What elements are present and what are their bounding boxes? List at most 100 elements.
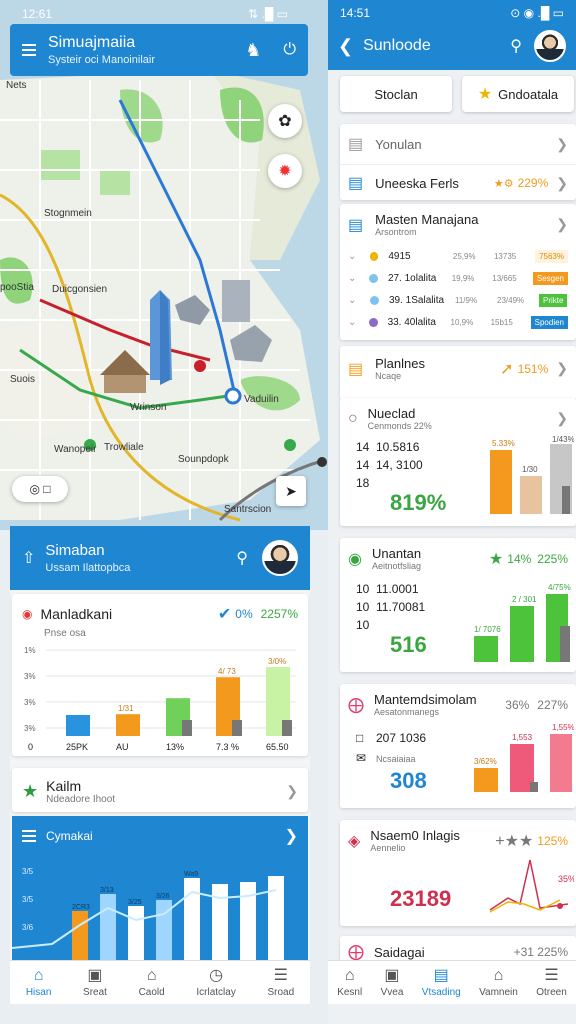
power-icon[interactable]: ⏻ bbox=[283, 41, 296, 59]
compass-icon[interactable]: ➤ bbox=[276, 476, 306, 506]
upload-icon[interactable]: ⇧ bbox=[22, 548, 35, 568]
chart-value: 2257% bbox=[260, 607, 298, 621]
bar-label: 5.33% bbox=[492, 439, 515, 448]
y-tick-label: 3/6 bbox=[22, 923, 34, 932]
right-app-title: Sunloode bbox=[363, 37, 431, 54]
nav-trading[interactable]: ▤ Vtsading bbox=[422, 967, 461, 998]
nsaemo-card[interactable]: ◈ Nsaem0 Inlagis Aennelio +★★ 125% 23189… bbox=[340, 820, 576, 926]
chevron-right-icon: ❯ bbox=[556, 135, 568, 152]
cell-b: 11/9% bbox=[455, 295, 478, 305]
nav-home[interactable]: ⌂ Hisan bbox=[26, 967, 52, 998]
plan-card[interactable]: ▤ Planlnes Ncaqe ➚ 151% ❯ bbox=[340, 346, 576, 400]
table-row[interactable]: ⌄ 33. 40lalita 10,9% 15b15 Spodien bbox=[340, 311, 576, 333]
table-row[interactable]: ⌄ 27. 1olalita 19,9% 13/665 Sesgen bbox=[340, 267, 576, 289]
nueclad-bars: 5.33% 1/30 1/43% bbox=[490, 435, 574, 514]
kailm-subtitle: Ndeadore Ihoot bbox=[46, 794, 116, 805]
table-row[interactable]: ⌄ 39. 1Salalita 11/9% 23/49% Prikte bbox=[340, 289, 576, 311]
clipboard-icon: ▤ bbox=[348, 360, 364, 378]
trend-icon: ➚ bbox=[500, 360, 514, 378]
status-icons: ⇅ .█ ▭ bbox=[248, 7, 288, 21]
right-bottom-nav: ⌂ Kesnl ▣ Vvea ▤ Vtsading ⌂ Vamnein ☰ Otreen bbox=[328, 960, 576, 1004]
status-time: 14:51 bbox=[340, 6, 371, 20]
nav-more[interactable]: ☰ Sroad bbox=[267, 967, 294, 998]
unantan-card[interactable]: ◉ Unantan Aeitnotfsliag ★ 14% 225% 10 11.… bbox=[340, 538, 576, 672]
mantem-card[interactable]: ⨁ Mantemdsimolam Aesatonmanegs 36% 227% … bbox=[340, 684, 576, 808]
y-tick-label: 3% bbox=[24, 724, 36, 733]
x-tick-label: 65.50 bbox=[266, 742, 289, 752]
map-view[interactable] bbox=[0, 0, 330, 530]
status-dot bbox=[369, 251, 379, 261]
cell-b: 25,9% bbox=[452, 251, 476, 261]
table-card[interactable]: ▤ Masten Manajana Arsontrom ❯ ⌄ 4915 25,9%… bbox=[340, 204, 576, 340]
avatar[interactable] bbox=[262, 540, 298, 576]
left-bottom-nav: ⌂ Hisan ▣ Sreat ⌂ Caold ◷ Icrlatclay ☰ Sroad bbox=[10, 960, 310, 1004]
nav-activity[interactable]: ◷ Icrlatclay bbox=[196, 967, 235, 998]
table-row[interactable]: ⌄ 4915 25,9% 13735 7563% bbox=[340, 245, 576, 267]
nav-search[interactable]: ▣ Sreat bbox=[83, 966, 107, 998]
back-arrow-icon[interactable]: ❮ bbox=[338, 36, 353, 57]
chart-title: Manladkani bbox=[40, 606, 113, 622]
avatar[interactable] bbox=[534, 30, 566, 62]
right-app: 14:51 ⊙ ◉ .█ ▭ ❮ Sunloode ⚲ Stoclan ★ Gnd… bbox=[328, 0, 576, 1024]
kailm-card[interactable]: ★ Kailm Ndeadore Ihoot ❯ bbox=[12, 768, 308, 812]
bar bbox=[128, 906, 144, 966]
search-icon[interactable]: ⚲ bbox=[510, 36, 522, 56]
bar bbox=[72, 911, 88, 966]
bar-label: Wa9 bbox=[184, 871, 198, 878]
map-label: Vaduilin bbox=[244, 394, 279, 405]
bar-stub bbox=[232, 720, 242, 736]
panel-header: ⇧ Simaban Ussam Ilattopbca ⚲ bbox=[10, 526, 310, 590]
circle-icon: ○ bbox=[348, 409, 358, 427]
map-canvas[interactable] bbox=[0, 0, 330, 530]
nav-home[interactable]: ⌂ Kesnl bbox=[337, 967, 362, 998]
menu-icon[interactable] bbox=[22, 830, 36, 842]
bar bbox=[268, 876, 284, 966]
chevron-down-icon: ⌄ bbox=[348, 272, 357, 284]
notification-icon[interactable]: ♞ bbox=[245, 40, 261, 61]
bar-label: 4/75% bbox=[548, 583, 571, 592]
chevron-right-icon[interactable]: ❯ bbox=[285, 826, 298, 846]
kailm-title: Kailm bbox=[46, 778, 82, 794]
star-icon: ★ bbox=[22, 781, 39, 801]
mantem-big-value: 308 bbox=[390, 768, 427, 793]
grid-icon: ▣ bbox=[87, 966, 103, 984]
chevron-down-icon: ⌄ bbox=[348, 294, 357, 306]
nav-vamnein[interactable]: ⌂ Vamnein bbox=[479, 967, 518, 998]
status-dot bbox=[369, 273, 378, 283]
bar-label: 2 / 301 bbox=[512, 595, 537, 604]
blue-chart-card[interactable]: Cymakai ❯ 3/5 3/5 3/6 2CR3 3/13 3/25 3/26 Wa9 bbox=[12, 816, 308, 966]
nav-view[interactable]: ▣ Vvea bbox=[381, 967, 404, 998]
map-label: Stognmein bbox=[44, 208, 92, 219]
list-item[interactable]: ▤ Uneeska Ferls ★⚙ 229% ❯ bbox=[340, 165, 576, 201]
chart-card[interactable]: ◉ Manladkani ✔ 0% 2257% Pnse osa 3% 3% 3% 1… bbox=[12, 594, 308, 756]
nsaemo-big-value: 23189 bbox=[390, 886, 452, 911]
chart-icon: ◈ bbox=[348, 832, 361, 850]
chevron-right-icon: ❯ bbox=[556, 410, 568, 426]
map-label: Wanopeir bbox=[54, 444, 97, 455]
locate-button[interactable]: ◎ □ bbox=[12, 476, 68, 502]
menu-icon[interactable] bbox=[22, 44, 36, 56]
search-icon[interactable]: ⚲ bbox=[236, 548, 248, 568]
plus-icon: ⨁ bbox=[348, 944, 364, 961]
bar bbox=[100, 894, 116, 966]
x-tick-label: 7.3 % bbox=[216, 742, 239, 752]
bar-label: 1,55% bbox=[552, 723, 574, 732]
bar-label: 3/62% bbox=[474, 757, 497, 766]
bar-label: 2CR3 bbox=[72, 904, 90, 911]
nueclad-card[interactable]: ○ Nueclad Cenmonds 22% ❯ 14 10.5816 14 14,… bbox=[340, 398, 576, 526]
app-subtitle: Systeir oci Manoinilair bbox=[48, 54, 155, 66]
left-app-bar: Simuajmaiia Systeir oci Manoinilair ♞ ⏻ bbox=[10, 24, 308, 76]
segment-gndoatala[interactable]: ★ Gndoatala bbox=[462, 76, 574, 112]
nav-more[interactable]: ☰ Otreen bbox=[536, 967, 567, 998]
bar bbox=[66, 715, 90, 736]
settings-icon[interactable]: ✹ bbox=[268, 154, 302, 188]
segment-stoclan[interactable]: Stoclan bbox=[340, 76, 452, 112]
list-item[interactable]: ▤ Yonulan ❯ bbox=[340, 124, 576, 165]
nav-cloud[interactable]: ⌂ Caold bbox=[139, 967, 165, 998]
chevron-right-icon[interactable]: ❯ bbox=[286, 783, 298, 800]
cell-a: 4915 bbox=[388, 250, 411, 262]
layers-icon[interactable]: ✿ bbox=[268, 104, 302, 138]
map-label: Trowliale bbox=[104, 442, 144, 453]
bar-label: 3/13 bbox=[100, 887, 114, 894]
bar-stub bbox=[282, 720, 292, 736]
